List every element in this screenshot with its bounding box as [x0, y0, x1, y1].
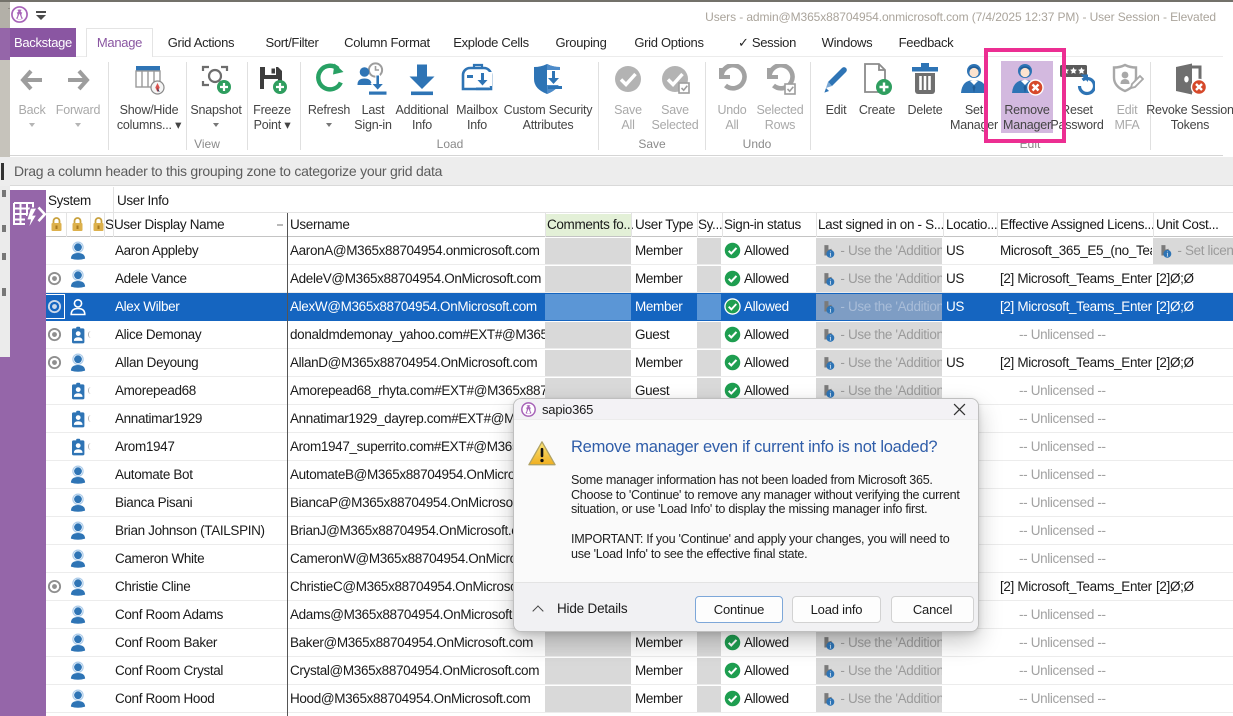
- svg-text:i: i: [829, 250, 831, 259]
- svg-text:i: i: [829, 698, 831, 707]
- svg-text:i: i: [829, 670, 831, 679]
- svg-text:i: i: [829, 278, 831, 287]
- svg-text:i: i: [829, 306, 831, 315]
- svg-text:i: i: [829, 362, 831, 371]
- svg-text:i: i: [829, 334, 831, 343]
- svg-text:i: i: [1166, 250, 1168, 259]
- svg-text:i: i: [829, 642, 831, 651]
